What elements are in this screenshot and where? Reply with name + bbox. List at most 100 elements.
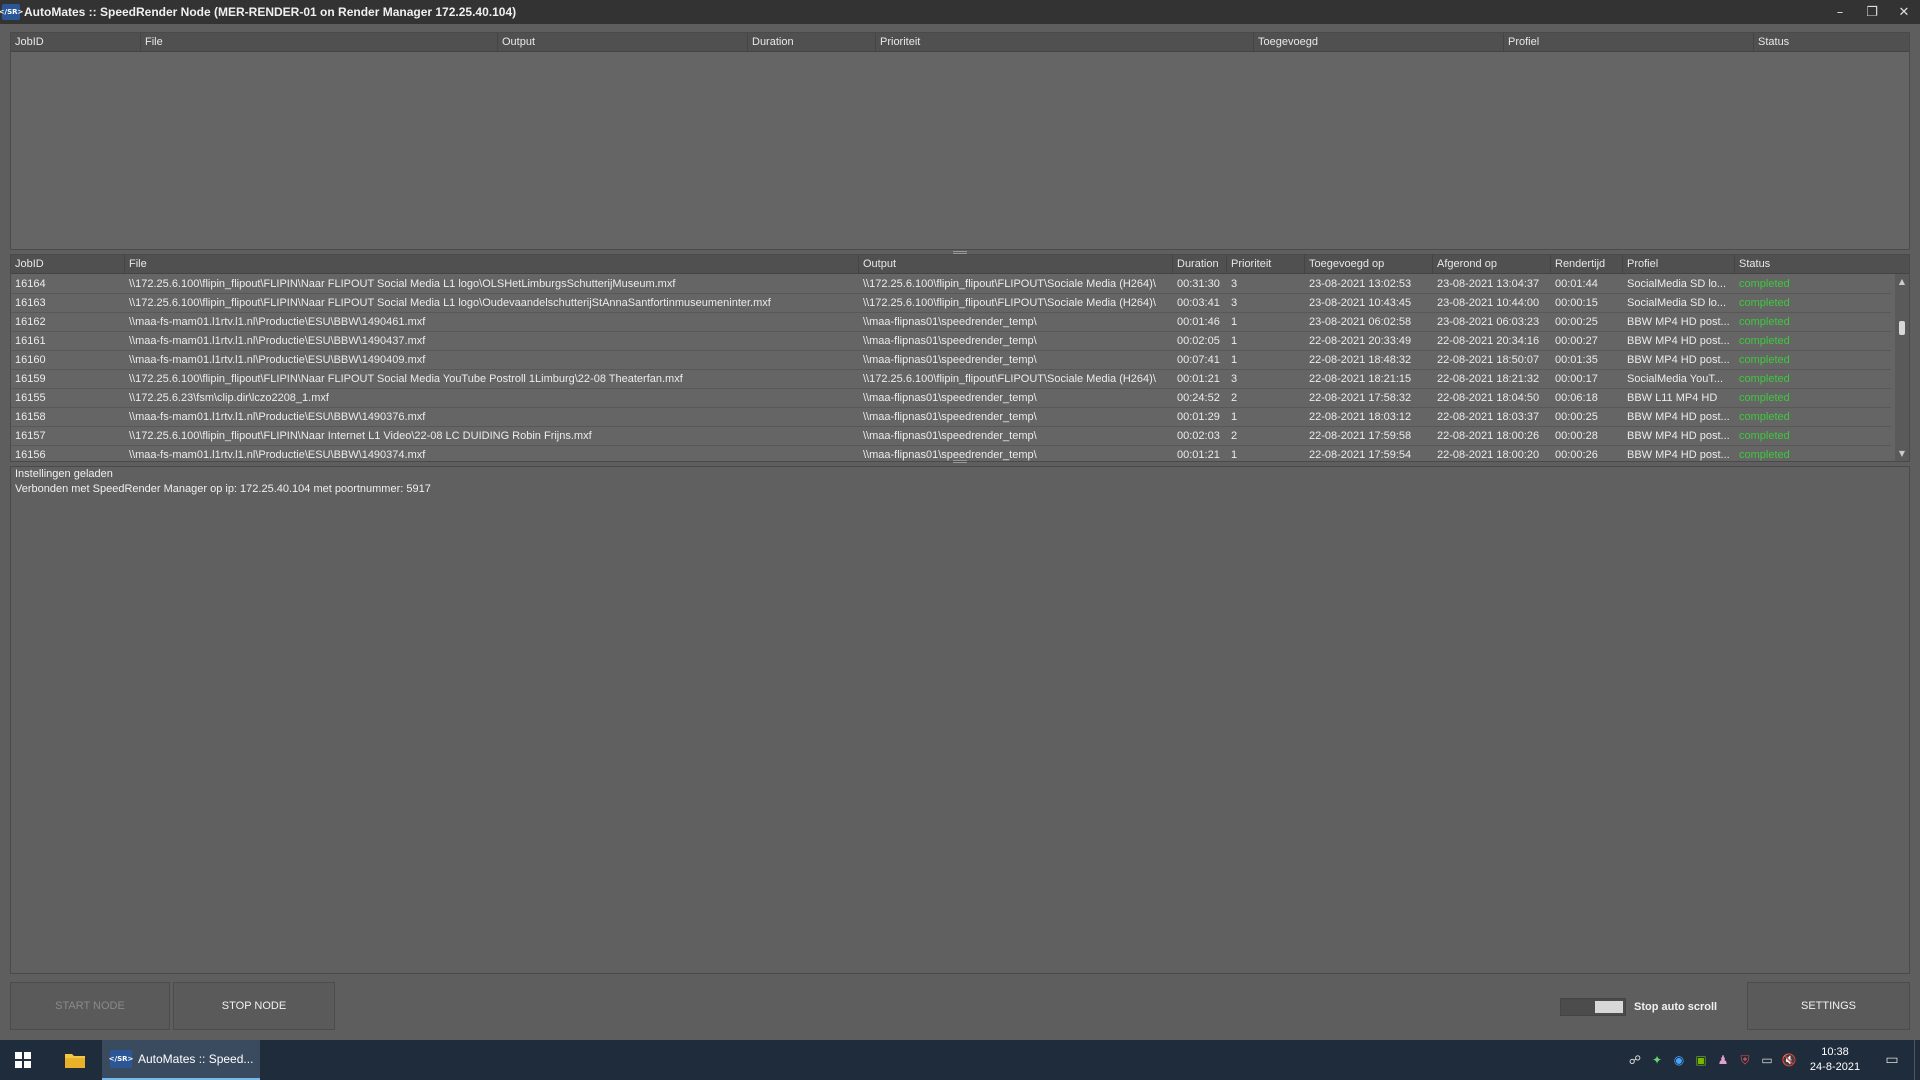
notification-center-icon[interactable]: ▭: [1870, 1040, 1914, 1080]
queue-col-file[interactable]: File: [141, 33, 498, 52]
cell-prioriteit: 1: [1231, 354, 1238, 366]
cell-output: \\172.25.6.100\flipin_flipout\FLIPOUT\So…: [863, 297, 1156, 309]
queue-grid-header: JobID File Output Duration Prioriteit To…: [11, 33, 1909, 52]
history-col-status[interactable]: Status: [1735, 255, 1897, 274]
table-row[interactable]: 16160 \\maa-fs-mam01.l1rtv.l1.nl\Producti…: [11, 351, 1891, 370]
cell-status: completed: [1739, 373, 1790, 385]
history-grid-header: JobID File Output Duration Prioriteit To…: [11, 255, 1909, 274]
cell-rendertijd: 00:00:28: [1555, 430, 1598, 442]
cell-profiel: BBW L11 MP4 HD: [1627, 392, 1718, 404]
queue-col-profiel[interactable]: Profiel: [1504, 33, 1754, 52]
cell-output: \\172.25.6.100\flipin_flipout\FLIPOUT\So…: [863, 373, 1156, 385]
folder-icon: [65, 1054, 85, 1068]
cell-prioriteit: 1: [1231, 449, 1238, 461]
cell-toegevoegd-op: 22-08-2021 18:48:32: [1309, 354, 1412, 366]
tray-app-figure-icon[interactable]: ♟: [1712, 1040, 1734, 1080]
clock[interactable]: 10:38 24-8-2021: [1800, 1045, 1870, 1075]
cell-rendertijd: 00:01:44: [1555, 278, 1598, 290]
queue-col-prioriteit[interactable]: Prioriteit: [876, 33, 1254, 52]
history-col-jobid[interactable]: JobID: [11, 255, 125, 274]
table-row[interactable]: 16164 \\172.25.6.100\flipin_flipout\FLIPI…: [11, 275, 1891, 294]
cell-status: completed: [1739, 449, 1790, 461]
cell-toegevoegd-op: 23-08-2021 06:02:58: [1309, 316, 1412, 328]
speedrender-app-icon: </SR>: [0, 4, 23, 20]
history-col-prioriteit[interactable]: Prioriteit: [1227, 255, 1305, 274]
start-node-button[interactable]: START NODE: [10, 982, 170, 1030]
history-col-duration[interactable]: Duration: [1173, 255, 1227, 274]
close-button[interactable]: ✕: [1888, 0, 1920, 24]
cell-file: \\172.25.6.23\fsm\clip.dir\lczo2208_1.mx…: [129, 392, 329, 404]
cell-toegevoegd-op: 22-08-2021 17:59:58: [1309, 430, 1412, 442]
history-col-profiel[interactable]: Profiel: [1623, 255, 1735, 274]
table-row[interactable]: 16156 \\maa-fs-mam01.l1rtv.l1.nl\Producti…: [11, 446, 1891, 461]
title-bar: </SR> AutoMates :: SpeedRender Node (MER…: [0, 0, 1920, 24]
window-controls: – ❐ ✕: [1824, 0, 1920, 24]
clock-time: 10:38: [1821, 1046, 1849, 1058]
history-grid[interactable]: JobID File Output Duration Prioriteit To…: [10, 254, 1910, 462]
cell-file: \\maa-fs-mam01.l1rtv.l1.nl\Productie\ESU…: [129, 354, 426, 366]
queue-col-duration[interactable]: Duration: [748, 33, 876, 52]
people-icon[interactable]: ☍: [1624, 1040, 1646, 1080]
cell-afgerond-op: 22-08-2021 20:34:16: [1437, 335, 1540, 347]
cell-duration: 00:03:41: [1177, 297, 1220, 309]
taskbar-app-speedrender[interactable]: </SR> AutoMates :: Speed...: [102, 1040, 260, 1080]
stop-node-button[interactable]: STOP NODE: [173, 982, 335, 1030]
cell-output: \\maa-flipnas01\speedrender_temp\: [863, 430, 1037, 442]
settings-button[interactable]: SETTINGS: [1747, 982, 1910, 1030]
history-col-rendertijd[interactable]: Rendertijd: [1551, 255, 1623, 274]
minimize-button[interactable]: –: [1824, 0, 1856, 24]
history-col-afgerond-op[interactable]: Afgerond op: [1433, 255, 1551, 274]
cell-duration: 00:01:46: [1177, 316, 1220, 328]
table-row[interactable]: 16161 \\maa-fs-mam01.l1rtv.l1.nl\Producti…: [11, 332, 1891, 351]
table-row[interactable]: 16157 \\172.25.6.100\flipin_flipout\FLIPI…: [11, 427, 1891, 446]
history-col-file[interactable]: File: [125, 255, 859, 274]
taskbar-app-label: AutoMates :: Speed...: [138, 1052, 254, 1066]
queue-col-toegevoegd[interactable]: Toegevoegd: [1254, 33, 1504, 52]
cell-afgerond-op: 22-08-2021 18:00:26: [1437, 430, 1540, 442]
file-explorer-button[interactable]: [52, 1040, 98, 1080]
table-row[interactable]: 16162 \\maa-fs-mam01.l1rtv.l1.nl\Producti…: [11, 313, 1891, 332]
history-scrollbar[interactable]: ▲ ▼: [1895, 274, 1909, 461]
cell-jobid: 16162: [15, 316, 46, 328]
queue-col-status[interactable]: Status: [1754, 33, 1909, 52]
nvidia-icon[interactable]: ▣: [1690, 1040, 1712, 1080]
table-row[interactable]: 16155 \\172.25.6.23\fsm\clip.dir\lczo2208…: [11, 389, 1891, 408]
cell-toegevoegd-op: 22-08-2021 20:33:49: [1309, 335, 1412, 347]
auto-scroll-toggle[interactable]: [1560, 998, 1626, 1016]
queue-col-output[interactable]: Output: [498, 33, 748, 52]
cell-afgerond-op: 23-08-2021 13:04:37: [1437, 278, 1540, 290]
network-icon[interactable]: ▭: [1756, 1040, 1778, 1080]
windows-start-button[interactable]: [0, 1040, 46, 1080]
history-col-toegevoegd-op[interactable]: Toegevoegd op: [1305, 255, 1433, 274]
scroll-up-arrow-icon[interactable]: ▲: [1895, 276, 1909, 288]
security-shield-icon[interactable]: ⛨: [1734, 1040, 1756, 1080]
table-row[interactable]: 16163 \\172.25.6.100\flipin_flipout\FLIPI…: [11, 294, 1891, 313]
splitter-handle-bottom[interactable]: [953, 460, 967, 463]
show-desktop-button[interactable]: [1914, 1040, 1920, 1080]
queue-col-jobid[interactable]: JobID: [11, 33, 141, 52]
restore-button[interactable]: ❐: [1856, 0, 1888, 24]
cell-output: \\maa-flipnas01\speedrender_temp\: [863, 449, 1037, 461]
cell-jobid: 16160: [15, 354, 46, 366]
cell-profiel: SocialMedia YouT...: [1627, 373, 1724, 385]
cell-prioriteit: 1: [1231, 411, 1238, 423]
cell-jobid: 16156: [15, 449, 46, 461]
teamviewer-icon[interactable]: ◉: [1668, 1040, 1690, 1080]
queue-grid[interactable]: JobID File Output Duration Prioriteit To…: [10, 32, 1910, 250]
table-row[interactable]: 16159 \\172.25.6.100\flipin_flipout\FLIPI…: [11, 370, 1891, 389]
scroll-down-arrow-icon[interactable]: ▼: [1895, 448, 1909, 460]
cell-profiel: BBW MP4 HD post...: [1627, 316, 1730, 328]
cell-duration: 00:01:21: [1177, 449, 1220, 461]
volume-muted-icon[interactable]: 🔇: [1778, 1040, 1800, 1080]
table-row[interactable]: 16158 \\maa-fs-mam01.l1rtv.l1.nl\Producti…: [11, 408, 1891, 427]
scrollbar-thumb[interactable]: [1899, 321, 1905, 335]
cell-file: \\172.25.6.100\flipin_flipout\FLIPIN\Naa…: [129, 278, 676, 290]
tray-app-green-icon[interactable]: ✦: [1646, 1040, 1668, 1080]
cell-prioriteit: 3: [1231, 278, 1238, 290]
history-col-output[interactable]: Output: [859, 255, 1173, 274]
log-line: Verbonden met SpeedRender Manager op ip:…: [15, 483, 431, 495]
cell-file: \\maa-fs-mam01.l1rtv.l1.nl\Productie\ESU…: [129, 411, 426, 423]
cell-file: \\172.25.6.100\flipin_flipout\FLIPIN\Naa…: [129, 297, 771, 309]
cell-jobid: 16161: [15, 335, 46, 347]
log-panel[interactable]: Instellingen geladen Verbonden met Speed…: [10, 466, 1910, 974]
